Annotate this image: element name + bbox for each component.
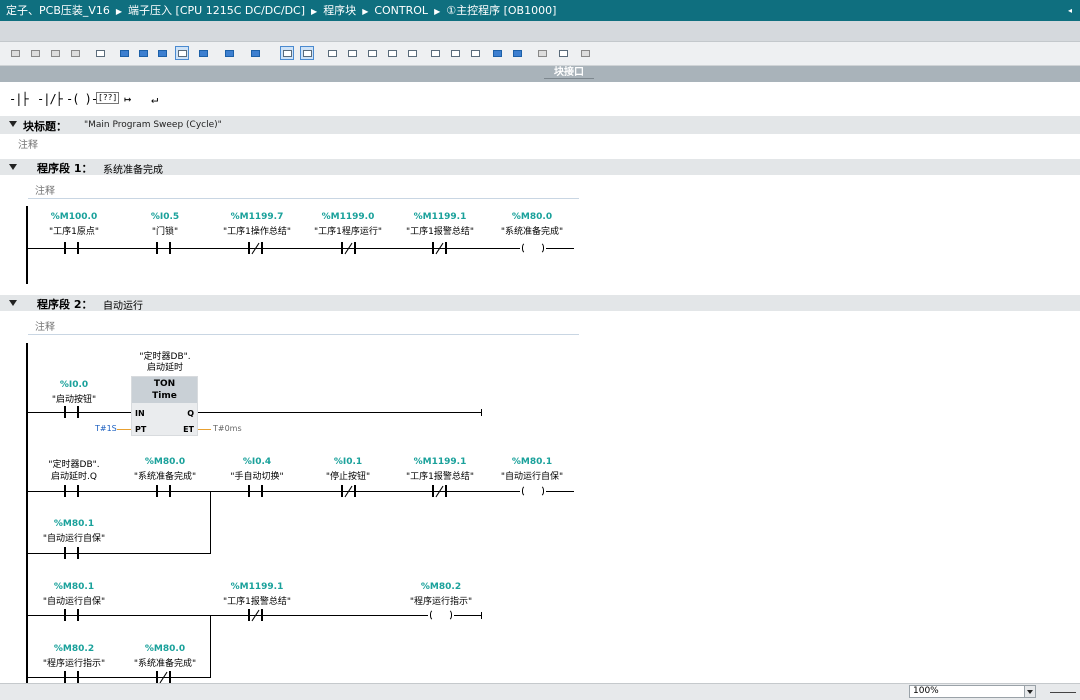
coil-icon[interactable]: -( )-	[66, 92, 98, 106]
compare-icon[interactable]	[405, 46, 419, 60]
breadcrumb-arrow-icon: ▶	[115, 7, 123, 16]
breadcrumb-project[interactable]: 定子、PCB压装_V16	[6, 4, 110, 17]
snapshot-icon[interactable]	[556, 46, 570, 60]
block-comment[interactable]: 注释	[18, 136, 38, 151]
breadcrumb-block[interactable]: ①主控程序 [OB1000]	[446, 4, 556, 17]
call-structure-icon[interactable]	[535, 46, 549, 60]
timer-subtype: Time	[152, 391, 177, 401]
rung-wire	[198, 412, 482, 413]
collapse-triangle-icon[interactable]	[9, 121, 17, 127]
append-row-icon[interactable]	[68, 46, 82, 60]
block-title-value[interactable]: "Main Program Sweep (Cycle)"	[84, 120, 222, 130]
block-interface-splitter[interactable]: 块接口	[0, 66, 1080, 82]
delete-network-icon[interactable]	[28, 46, 42, 60]
breadcrumb-arrow-icon: ▶	[311, 7, 318, 16]
pin-icon[interactable]: ◂	[1068, 0, 1072, 21]
rung-wire	[27, 248, 574, 249]
breadcrumb-arrow-icon: ▶	[434, 7, 441, 16]
network-1-label: 程序段 1：	[37, 162, 93, 175]
open-branch-icon[interactable]	[468, 46, 482, 60]
insert-network-icon[interactable]	[8, 46, 22, 60]
branch-join	[210, 491, 211, 554]
empty-box-icon[interactable]: [??]	[96, 92, 120, 104]
breadcrumb-folder[interactable]: CONTROL	[374, 4, 428, 17]
insert-row-icon[interactable]	[48, 46, 62, 60]
zoom-value: 100%	[913, 686, 939, 696]
block-title-label: 块标题：	[23, 120, 67, 133]
zoom-select[interactable]: 100%	[909, 685, 1036, 698]
absolute-operand-icon[interactable]	[196, 46, 210, 60]
collapse-triangle-icon[interactable]	[9, 164, 17, 170]
network-comments-icon[interactable]	[155, 46, 169, 60]
symbol-info-icon[interactable]	[222, 46, 236, 60]
pt-value[interactable]: T#1S	[95, 424, 117, 433]
network-2-comment-box[interactable]: 注释	[28, 316, 579, 335]
rung-end	[481, 409, 482, 416]
return-icon[interactable]	[510, 46, 524, 60]
network-2-title[interactable]: 自动运行	[103, 297, 143, 312]
breadcrumb: 定子、PCB压装_V16 ▶ 端子压入 [CPU 1215C DC/DC/DC] ▶ 程…	[0, 0, 1080, 21]
lock-icon[interactable]	[578, 46, 592, 60]
collapse-triangle-icon[interactable]	[9, 300, 17, 306]
network-2-header[interactable]: 程序段 2： 自动运行	[0, 295, 1080, 312]
network-2-label: 程序段 2：	[37, 298, 93, 311]
network-2-comment[interactable]: 注释	[35, 318, 55, 333]
block-title-header[interactable]: 块标题： "Main Program Sweep (Cycle)"	[0, 116, 1080, 134]
open-box-icon[interactable]	[428, 46, 442, 60]
timer-type: TON	[153, 379, 176, 389]
pin-et: ET	[183, 425, 194, 434]
breadcrumb-device[interactable]: 端子压入 [CPU 1215C DC/DC/DC]	[128, 4, 305, 17]
breadcrumb-program-blocks[interactable]: 程序块	[323, 4, 356, 17]
nc-contact-icon[interactable]: -|/├	[37, 92, 63, 106]
network-1-comment[interactable]: 注释	[35, 182, 55, 197]
editor-tab-strip	[0, 21, 1080, 42]
zoom-slider[interactable]	[1050, 692, 1076, 693]
jump-icon[interactable]	[490, 46, 504, 60]
close-branch-icon[interactable]: ↵	[151, 92, 158, 106]
operand-display-icon[interactable]	[248, 46, 262, 60]
open-branch-icon[interactable]: ↦	[124, 92, 131, 106]
rung-wire	[27, 412, 131, 413]
go-to-previous-icon[interactable]	[345, 46, 359, 60]
splitter-handle[interactable]	[544, 78, 594, 81]
close-branch-icon[interactable]	[448, 46, 462, 60]
chevron-down-icon[interactable]	[1024, 686, 1035, 697]
timer-instance-name[interactable]: 启动延时	[115, 360, 215, 373]
pt-wire	[117, 429, 131, 430]
pin-in: IN	[135, 409, 145, 418]
rung-end	[481, 612, 482, 619]
et-wire	[198, 429, 211, 430]
collapse-all-icon[interactable]	[136, 46, 150, 60]
monitoring-icon[interactable]	[300, 46, 314, 60]
ladder-palette	[0, 82, 1080, 116]
network-1-title[interactable]: 系统准备完成	[103, 161, 163, 176]
pin-q: Q	[187, 409, 194, 418]
go-to-icon[interactable]	[93, 46, 107, 60]
no-contact-icon[interactable]: -|├	[9, 92, 29, 106]
comments-toggle-icon[interactable]	[175, 46, 189, 60]
favorites-icon[interactable]	[280, 46, 294, 60]
go-to-next-icon[interactable]	[325, 46, 339, 60]
replace-icon[interactable]	[385, 46, 399, 60]
rung-wire	[27, 491, 574, 492]
et-value[interactable]: T#0ms	[213, 424, 242, 433]
branch-wire	[27, 677, 211, 678]
network-1-comment-box[interactable]: 注释	[28, 180, 579, 199]
breadcrumb-arrow-icon: ▶	[362, 7, 369, 16]
pin-pt: PT	[135, 425, 147, 434]
tia-portal-editor: 定子、PCB压装_V16 ▶ 端子压入 [CPU 1215C DC/DC/DC] ▶ 程…	[0, 0, 1080, 700]
expand-all-icon[interactable]	[117, 46, 131, 60]
ton-timer-box[interactable]: TON Time IN Q PT ET	[131, 376, 198, 436]
find-icon[interactable]	[365, 46, 379, 60]
network-1-header[interactable]: 程序段 1： 系统准备完成	[0, 159, 1080, 176]
branch-wire	[27, 553, 211, 554]
